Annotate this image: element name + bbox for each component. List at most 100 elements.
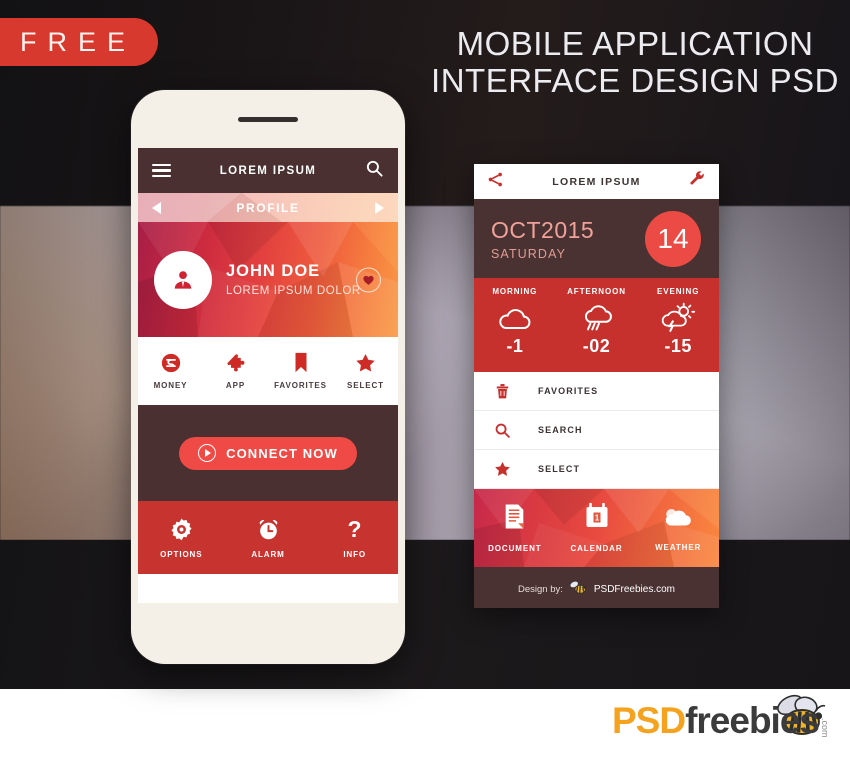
connect-now-label: CONNECT NOW — [226, 445, 338, 461]
widget-header: LOREM IPSUM — [474, 164, 719, 199]
widget-tab-weather[interactable]: WEATHER — [637, 505, 719, 552]
widget-footer: Design by: PSDFreebies.com — [474, 567, 719, 608]
play-circle-icon — [198, 444, 217, 462]
background-photo-band — [0, 206, 850, 540]
bottom-action-label: ALARM — [251, 549, 285, 559]
widget-day-badge: 14 — [645, 210, 701, 267]
svg-text:?: ? — [348, 517, 362, 542]
widget-tab-document[interactable]: DOCUMENT — [474, 503, 556, 553]
profile-subtitle: LOREM IPSUM DOLOR — [226, 285, 361, 297]
avatar[interactable] — [154, 250, 212, 309]
weather-morning: MORNING -1 — [474, 287, 556, 372]
search-icon[interactable] — [365, 159, 384, 183]
widget-tab-label: WEATHER — [655, 542, 702, 552]
calendar-icon: 1 — [584, 502, 610, 535]
widget-row-label: FAVORITES — [538, 386, 599, 396]
cloud-icon — [496, 300, 534, 336]
svg-text:1: 1 — [594, 514, 599, 523]
weather-label: MORNING — [492, 287, 538, 296]
bottom-action-label: INFO — [343, 549, 367, 559]
phone-mockup: LOREM IPSUM PROFILE JOHN DOE LOREM IPSUM… — [131, 90, 405, 664]
user-icon — [174, 270, 192, 289]
headline-line-1: MOBILE APPLICATION — [456, 25, 814, 62]
widget-date-panel: OCT2015 SATURDAY 14 — [474, 199, 719, 278]
bookmark-icon — [295, 352, 306, 373]
arrow-left-icon[interactable] — [152, 201, 161, 214]
quick-action-label: FAVORITES — [274, 381, 327, 390]
phone-screen: LOREM IPSUM PROFILE JOHN DOE LOREM IPSUM… — [138, 148, 398, 603]
weather-evening: EVENING -15 — [637, 287, 719, 372]
weather-label: EVENING — [657, 287, 700, 296]
quick-action-label: SELECT — [347, 381, 384, 390]
rain-cloud-icon — [578, 300, 616, 336]
connect-now-button[interactable]: CONNECT NOW — [179, 436, 357, 470]
widget-month-year: OCT2015 — [491, 216, 595, 243]
favorite-button[interactable] — [356, 267, 381, 292]
widget-tab-label: DOCUMENT — [488, 544, 542, 553]
headline-line-2: INTERFACE DESIGN PSD — [431, 61, 839, 99]
widget-list: FAVORITES SEARCH SELECT — [474, 372, 719, 489]
profile-info: JOHN DOE LOREM IPSUM DOLOR — [226, 262, 361, 297]
document-icon — [502, 503, 527, 535]
bottom-action-info[interactable]: ? INFO — [311, 517, 398, 559]
background-dark-bottom — [0, 540, 850, 689]
quick-action-select[interactable]: SELECT — [333, 352, 398, 390]
app-bar: LOREM IPSUM — [138, 148, 398, 193]
weather-temp: -1 — [506, 336, 524, 356]
quick-action-label: APP — [225, 381, 246, 390]
app-bar-title: LOREM IPSUM — [219, 164, 317, 177]
alarm-clock-icon — [259, 519, 277, 539]
profile-nav-label: PROFILE — [236, 200, 300, 215]
bottom-actions-row: OPTIONS ALARM ? INFO — [138, 501, 398, 574]
quick-action-label: MONEY — [153, 381, 188, 390]
profile-nav: PROFILE — [138, 193, 398, 222]
star-icon — [356, 354, 375, 372]
profile-name: JOHN DOE — [226, 262, 321, 280]
arrow-right-icon[interactable] — [375, 201, 384, 214]
brand-logo-tld: .com — [820, 718, 830, 738]
star-icon — [492, 460, 512, 478]
bottom-action-options[interactable]: OPTIONS — [138, 517, 225, 559]
cloud-icon — [661, 505, 695, 534]
profile-hero: JOHN DOE LOREM IPSUM DOLOR — [138, 222, 398, 337]
widget-weather-row: MORNING -1 AFTERNOON -02 EVENING -15 — [474, 278, 719, 372]
gear-icon — [171, 518, 192, 540]
free-badge: FREE — [0, 18, 158, 66]
widget-tabs: DOCUMENT 1 CALENDAR WEATHER — [474, 489, 719, 567]
widget-row-favorites[interactable]: FAVORITES — [474, 372, 719, 411]
trash-icon — [492, 382, 512, 400]
widget-tab-label: CALENDAR — [570, 544, 623, 553]
page-title: MOBILE APPLICATION INTERFACE DESIGN PSD — [425, 25, 845, 100]
widget-row-search[interactable]: SEARCH — [474, 411, 719, 450]
widget-row-label: SEARCH — [538, 425, 583, 435]
hamburger-icon[interactable] — [152, 163, 171, 178]
widget-card: LOREM IPSUM OCT2015 SATURDAY 14 MORNING … — [474, 164, 719, 608]
bottom-action-label: OPTIONS — [160, 549, 203, 559]
puzzle-icon — [226, 354, 244, 372]
credit-site: PSDFreebies.com — [593, 584, 676, 595]
weather-afternoon: AFTERNOON -02 — [556, 287, 638, 372]
brand-logo-freebies: freebies — [685, 700, 820, 741]
widget-tab-calendar[interactable]: 1 CALENDAR — [556, 502, 638, 553]
dollar-circle-icon — [161, 353, 180, 373]
quick-action-app[interactable]: APP — [203, 352, 268, 390]
weather-temp: -15 — [664, 336, 692, 356]
question-mark-icon: ? — [348, 517, 362, 542]
phone-speaker — [238, 117, 298, 122]
weather-label: AFTERNOON — [567, 287, 626, 296]
poster-background — [0, 0, 850, 759]
widget-weekday: SATURDAY — [491, 246, 567, 261]
widget-row-select[interactable]: SELECT — [474, 450, 719, 489]
bottom-action-alarm[interactable]: ALARM — [225, 517, 312, 559]
widget-title: LOREM IPSUM — [552, 175, 641, 188]
heart-icon — [363, 275, 374, 285]
connect-band: CONNECT NOW — [138, 405, 398, 501]
quick-action-money[interactable]: MONEY — [138, 352, 203, 390]
brand-logo-psd: PSD — [612, 700, 686, 741]
credit-prefix: Design by: — [517, 584, 563, 595]
quick-action-favorites[interactable]: FAVORITES — [268, 352, 333, 390]
search-icon — [492, 422, 512, 439]
widget-row-label: SELECT — [538, 464, 581, 474]
bee-icon — [569, 580, 588, 600]
quick-actions-row: MONEY APP FAVORITES SELECT — [138, 337, 398, 405]
